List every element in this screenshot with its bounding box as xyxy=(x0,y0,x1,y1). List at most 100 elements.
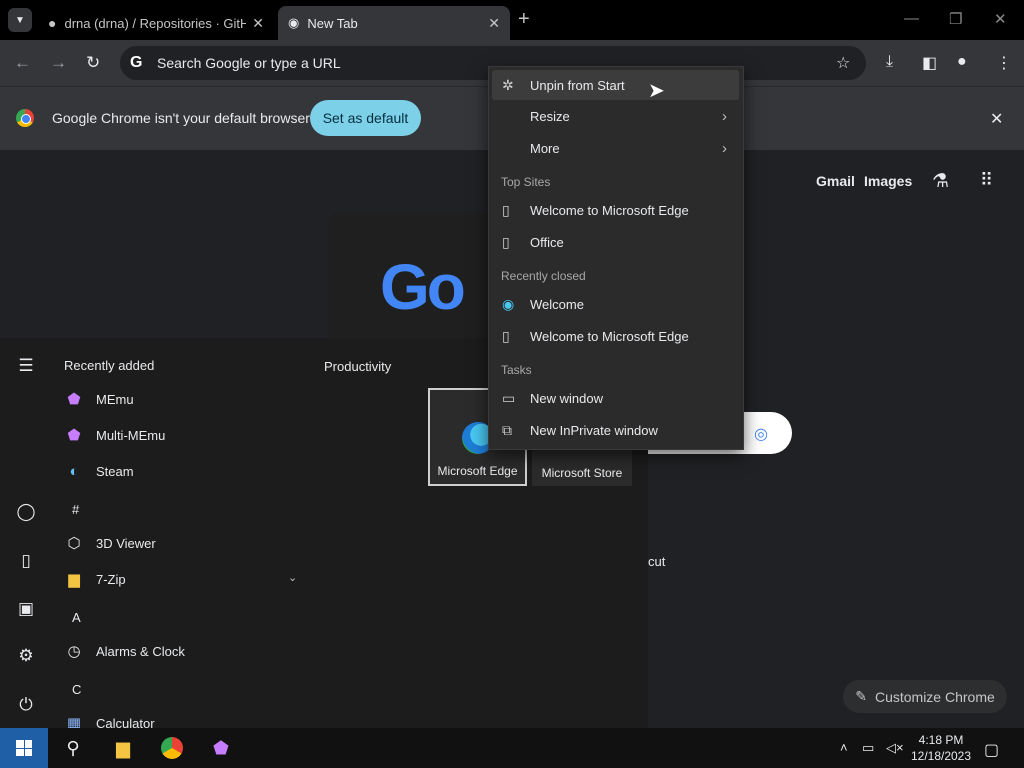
menu-item-resize[interactable]: Resize › xyxy=(492,101,739,131)
gmail-link[interactable]: Gmail xyxy=(816,173,855,189)
windows-logo-icon xyxy=(16,740,32,756)
letter-header-a[interactable]: A xyxy=(72,610,81,625)
notifications-icon[interactable]: ▢ xyxy=(984,740,999,760)
close-icon[interactable]: ✕ xyxy=(990,109,1003,129)
app-memu[interactable]: ⬟ MEmu xyxy=(62,384,312,414)
doodle-letters: Go xyxy=(380,251,466,323)
chevron-down-icon[interactable]: ⌄ xyxy=(288,571,297,584)
alarm-clock-icon: ◷ xyxy=(67,643,81,660)
bookmark-star-icon[interactable]: ☆ xyxy=(836,53,850,73)
doodle-logo: Go xyxy=(380,250,466,324)
jump-item-welcome-edge[interactable]: ▯ Welcome to Microsoft Edge xyxy=(492,195,739,225)
memu-icon: ⬟ xyxy=(67,391,81,408)
google-g-icon: G xyxy=(130,54,143,71)
app-label: 7-Zip xyxy=(96,571,126,587)
app-steam[interactable]: ◐ Steam xyxy=(62,456,312,486)
close-tab-icon[interactable]: ✕ xyxy=(488,15,500,32)
side-panel-icon[interactable]: ◧ xyxy=(922,53,937,73)
documents-icon[interactable]: ▯ xyxy=(16,551,36,571)
infobar-message: Google Chrome isn't your default browser xyxy=(52,110,310,126)
menu-item-label: New InPrivate window xyxy=(530,422,658,438)
labs-flask-icon[interactable]: ⚗ xyxy=(932,170,949,193)
set-as-default-button[interactable]: Set as default xyxy=(310,100,421,136)
edge-icon: ◉ xyxy=(502,295,515,312)
letter-header-c[interactable]: C xyxy=(72,682,81,697)
menu-item-label: Unpin from Start xyxy=(530,77,625,93)
customize-chrome-button[interactable]: ✎ Customize Chrome xyxy=(843,680,1007,713)
app-multi-memu[interactable]: ⬟ Multi-MEmu xyxy=(62,420,312,450)
menu-item-more[interactable]: More › xyxy=(492,133,739,163)
search-icon[interactable]: ⚲ xyxy=(58,734,88,762)
memu-taskbar-icon[interactable]: ⬟ xyxy=(206,734,236,762)
hamburger-menu-icon[interactable]: ☰ xyxy=(16,356,36,376)
jump-item-welcome[interactable]: ◉ Welcome xyxy=(492,289,739,319)
app-label: MEmu xyxy=(96,391,134,407)
minimize-icon[interactable]: — xyxy=(904,10,919,27)
multi-memu-icon: ⬟ xyxy=(67,427,81,444)
app-7zip-folder[interactable]: ▆ 7-Zip xyxy=(62,564,312,594)
start-button[interactable] xyxy=(0,728,48,768)
section-recently-closed: Recently closed xyxy=(501,269,586,283)
app-3d-viewer[interactable]: ⬡ 3D Viewer xyxy=(62,528,312,558)
file-explorer-icon[interactable]: ▆ xyxy=(108,734,138,762)
chevron-right-icon: › xyxy=(722,139,727,157)
close-tab-icon[interactable]: ✕ xyxy=(252,15,264,32)
power-icon[interactable]: ⏻ xyxy=(16,695,36,715)
mouse-cursor-icon: ➤ xyxy=(648,80,665,102)
document-icon: ▯ xyxy=(502,201,510,218)
menu-item-unpin-from-start[interactable]: ✲ Unpin from Start xyxy=(492,70,739,100)
menu-item-label: Welcome xyxy=(530,296,584,312)
settings-gear-icon[interactable]: ⚙ xyxy=(16,646,36,666)
user-account-icon[interactable]: ◯ xyxy=(16,502,36,522)
tab-github[interactable]: ● drna (drna) / Repositories · GitH ✕ xyxy=(38,6,274,40)
chrome-icon: ◉ xyxy=(288,15,300,30)
chevron-up-icon[interactable]: ˄ xyxy=(840,740,848,755)
jump-item-office[interactable]: ▯ Office xyxy=(492,227,739,257)
pictures-icon[interactable]: ▣ xyxy=(16,599,36,619)
chrome-logo xyxy=(161,737,183,759)
app-label: 3D Viewer xyxy=(96,535,156,551)
google-lens-icon[interactable]: ◎ xyxy=(754,424,768,444)
forward-arrow-icon[interactable]: → xyxy=(50,53,67,73)
menu-item-label: Welcome to Microsoft Edge xyxy=(530,328,689,344)
new-tab-button[interactable]: + xyxy=(518,8,530,31)
window-icon: ▭ xyxy=(502,389,516,406)
tab-new-tab[interactable]: ◉ New Tab ✕ xyxy=(278,6,510,40)
document-icon: ▯ xyxy=(502,233,510,250)
profile-icon[interactable]: ● xyxy=(957,53,967,71)
volume-muted-icon[interactable]: ◁× xyxy=(886,740,904,756)
steam-icon: ◐ xyxy=(69,462,79,480)
menu-item-label: Resize xyxy=(530,108,570,124)
section-top-sites: Top Sites xyxy=(501,175,551,189)
folder-icon: ▆ xyxy=(68,571,80,588)
system-clock[interactable]: 4:18 PM 12/18/2023 xyxy=(908,732,974,764)
clock-time: 4:18 PM xyxy=(918,733,964,747)
network-icon[interactable]: ▭ xyxy=(862,740,874,756)
tile-label: Microsoft Store xyxy=(541,466,623,480)
clock-date: 12/18/2023 xyxy=(910,749,972,763)
app-label: Steam xyxy=(96,463,134,479)
restore-icon[interactable]: ❐ xyxy=(949,10,962,28)
chrome-taskbar-icon[interactable] xyxy=(157,734,187,762)
letter-header-hash[interactable]: # xyxy=(72,502,79,517)
menu-item-label: Office xyxy=(530,234,564,250)
app-label: Multi-MEmu xyxy=(96,427,166,443)
download-icon[interactable]: ⤓ xyxy=(886,53,893,71)
reload-icon[interactable]: ↻ xyxy=(86,53,100,73)
customize-chrome-label: Customize Chrome xyxy=(874,688,995,705)
task-new-inprivate-window[interactable]: ⧉ New InPrivate window xyxy=(492,415,739,445)
tab-search-button[interactable]: ▼ xyxy=(8,8,32,32)
apps-grid-icon[interactable]: ⠿ xyxy=(980,170,993,191)
task-new-window[interactable]: ▭ New window xyxy=(492,383,739,413)
app-alarms-clock[interactable]: ◷ Alarms & Clock xyxy=(62,636,312,666)
unpin-icon: ✲ xyxy=(502,76,514,93)
recently-added-header: Recently added xyxy=(64,358,155,373)
jump-item-welcome-edge-2[interactable]: ▯ Welcome to Microsoft Edge xyxy=(492,321,739,351)
omnibox-placeholder[interactable]: Search Google or type a URL xyxy=(157,55,341,71)
close-window-icon[interactable]: ✕ xyxy=(994,10,1007,28)
app-label: Alarms & Clock xyxy=(96,643,185,659)
images-link[interactable]: Images xyxy=(864,173,912,189)
add-shortcut-label[interactable]: cut xyxy=(648,554,665,569)
kebab-menu-icon[interactable]: ⋮ xyxy=(996,53,1012,73)
back-arrow-icon[interactable]: ← xyxy=(14,53,31,73)
